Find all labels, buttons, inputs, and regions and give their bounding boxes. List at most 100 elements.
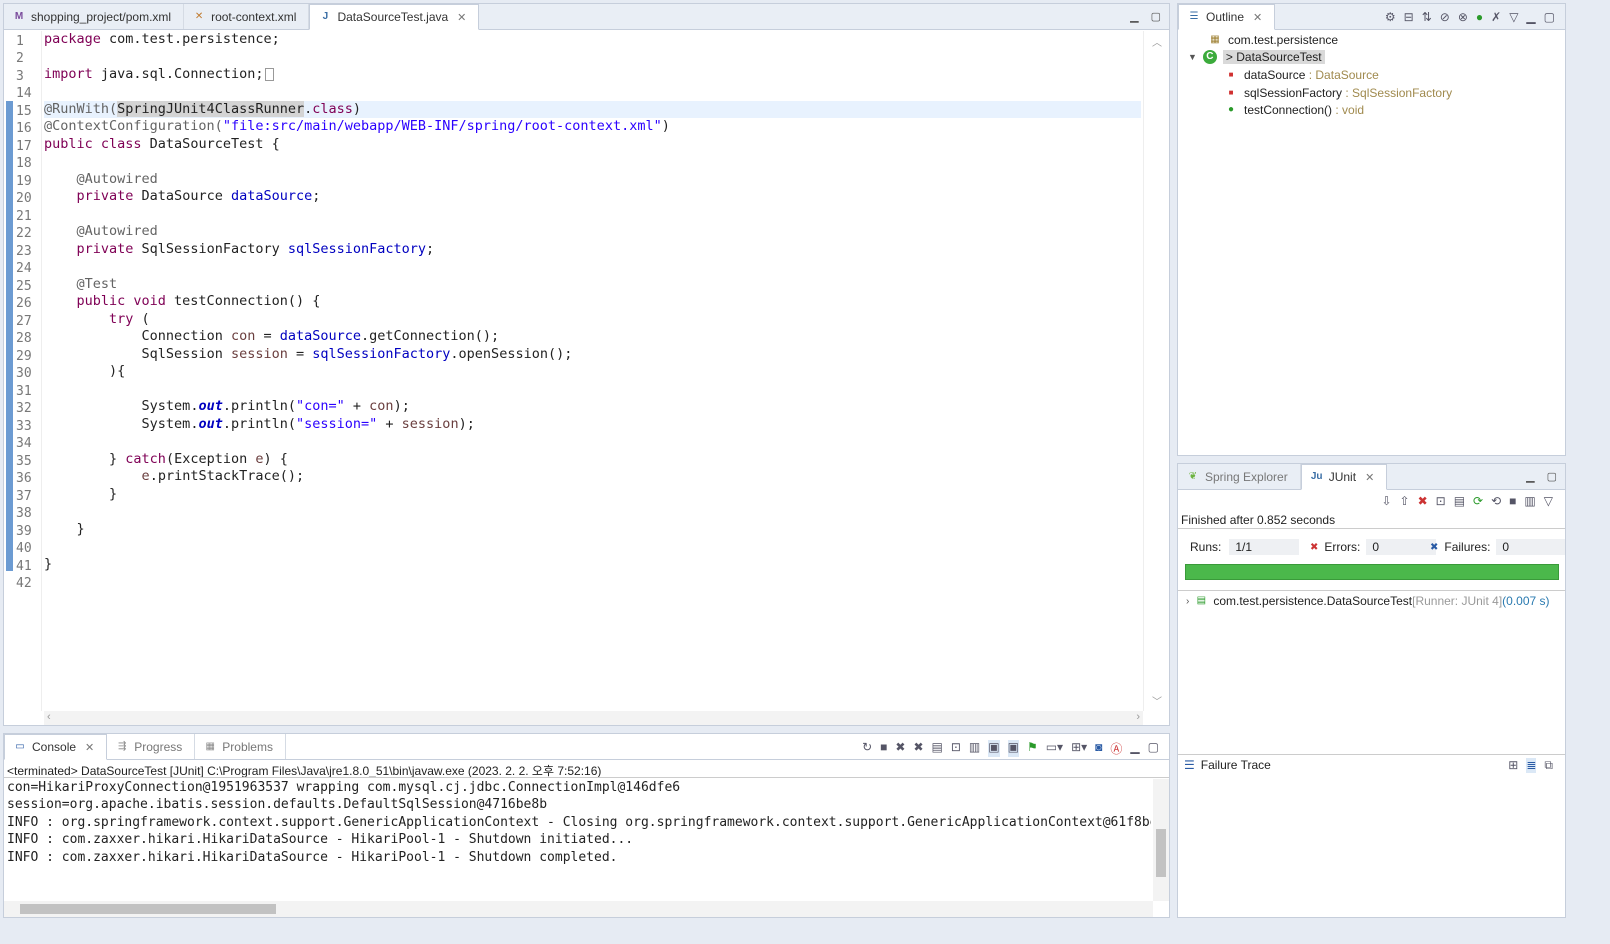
collapse-all-icon[interactable]: ⊟ [1404, 10, 1414, 24]
close-icon[interactable]: ✕ [1253, 11, 1262, 24]
ant-icon[interactable]: Ⓐ [1110, 740, 1122, 757]
scroll-left-icon[interactable]: ‹ [47, 711, 51, 723]
scroll-down-icon[interactable]: ﹀ [1152, 693, 1162, 708]
minimize-icon[interactable]: ▁ [1130, 740, 1139, 757]
console-horizontal-scrollbar[interactable] [4, 901, 1153, 917]
outline-member[interactable]: ● testConnection() : void [1224, 103, 1364, 117]
copy-trace-icon[interactable]: ⧉ [1544, 758, 1553, 773]
code-line-1: package com.test.persistence; [44, 31, 280, 47]
failures-only-icon[interactable]: ✖ [1418, 494, 1428, 508]
hide-fields-icon[interactable]: ⚙ [1385, 10, 1396, 24]
outline-package[interactable]: ▦ com.test.persistence [1208, 33, 1338, 47]
scroll-lock-icon[interactable]: ⊡ [1436, 494, 1446, 508]
minimize-icon[interactable]: ▁ [1130, 10, 1138, 23]
open-console-icon[interactable]: ⊞▾ [1071, 740, 1087, 757]
terminate-icon[interactable]: ■ [880, 740, 887, 757]
scroll-thumb[interactable] [1156, 829, 1166, 877]
code-editor[interactable]: M shopping_project/pom.xml ✕ root-contex… [3, 3, 1170, 726]
code-line-39: } [76, 521, 85, 537]
clear-console-icon[interactable]: ▤ [932, 740, 943, 757]
console-line: INFO : org.springframework.context.suppo… [7, 815, 1151, 830]
test-class-name: com.test.persistence.DataSourceTest [1213, 594, 1413, 608]
maximize-icon[interactable]: ▢ [1151, 10, 1161, 23]
show-stderr-icon[interactable]: ▣ [1007, 740, 1019, 757]
runs-stat: Runs: 1/1 [1190, 539, 1300, 555]
failure-icon: ✖ [1430, 541, 1439, 553]
minimize-icon[interactable]: ▁ [1526, 10, 1535, 24]
editor-vertical-scrollbar[interactable]: ︿ ﹀ [1143, 31, 1169, 711]
line-number: 37 [16, 489, 32, 504]
tab-progress[interactable]: ⇶ Progress [107, 734, 196, 759]
rerun-failed-icon[interactable]: ⟲ [1491, 494, 1501, 508]
outline-icon: ☰ [1189, 11, 1199, 22]
pin-console-icon[interactable]: ⚑ [1027, 740, 1038, 757]
line-number: 26 [16, 296, 32, 311]
code-area[interactable]: package com.test.persistence; import jav… [44, 31, 1141, 711]
close-icon[interactable]: ✕ [1365, 471, 1374, 484]
stop-icon[interactable]: ■ [1509, 494, 1516, 508]
compare-icon[interactable]: ⊞ [1508, 758, 1518, 773]
error-icon: ✖ [1310, 541, 1319, 553]
outline-member[interactable]: ■ sqlSessionFactory : SqlSessionFactory [1224, 86, 1453, 100]
code-line-3: import java.sql.Connection; [44, 66, 275, 83]
tab-console[interactable]: ▭ Console ✕ [4, 734, 108, 760]
maximize-icon[interactable]: ▢ [1544, 10, 1555, 24]
hide-local-types-icon[interactable]: ✗ [1491, 10, 1501, 24]
tab-root-context-xml[interactable]: ✕ root-context.xml [184, 4, 310, 29]
next-failure-icon[interactable]: ⇩ [1381, 494, 1391, 508]
sort-icon[interactable]: ⇅ [1422, 10, 1432, 24]
display-console-icon[interactable]: ▭▾ [1046, 740, 1063, 757]
outline-class[interactable]: ▼ C > DataSourceTest [1188, 50, 1325, 64]
line-number: 36 [16, 471, 32, 486]
tab-pom-xml[interactable]: M shopping_project/pom.xml [4, 4, 185, 29]
show-stdout-icon[interactable]: ▣ [988, 740, 1000, 757]
tab-label: Outline [1206, 10, 1245, 24]
remove-launch-icon[interactable]: ✖ [895, 740, 905, 757]
editor-horizontal-scrollbar[interactable]: ‹ › [44, 711, 1143, 725]
public-filter-icon[interactable]: ● [1476, 10, 1483, 24]
test-result-row[interactable]: › ▤ com.test.persistence.DataSourceTest … [1186, 594, 1550, 608]
layout-icon[interactable]: ▤ [1454, 494, 1465, 508]
hide-nonpublic-icon[interactable]: ⊗ [1458, 10, 1468, 24]
outline-member[interactable]: ■ dataSource : DataSource [1224, 68, 1379, 82]
history-icon[interactable]: ▥ [1524, 494, 1535, 508]
console-icon: ▭ [15, 741, 25, 752]
chevron-down-icon[interactable]: ▼ [1188, 52, 1197, 62]
hide-static-icon[interactable]: ⊘ [1440, 10, 1450, 24]
code-line-33: System.out.println("session=" + session)… [141, 416, 475, 432]
word-wrap-icon[interactable]: ▥ [969, 740, 980, 757]
tab-spring-explorer[interactable]: ❦ Spring Explorer [1178, 464, 1301, 489]
scroll-right-icon[interactable]: › [1136, 711, 1140, 723]
scroll-up-icon[interactable]: ︿ [1152, 34, 1162, 49]
line-number: 14 [16, 86, 32, 101]
remove-all-icon[interactable]: ✖ [913, 740, 923, 757]
member-name: testConnection() [1244, 103, 1333, 117]
line-number: 34 [16, 436, 32, 451]
maximize-icon[interactable]: ▢ [1148, 740, 1159, 757]
filter-stack-icon[interactable]: ≣ [1526, 758, 1537, 773]
previous-failure-icon[interactable]: ⇧ [1400, 494, 1410, 508]
tab-junit[interactable]: Ju JUnit ✕ [1300, 464, 1388, 490]
view-menu-icon[interactable]: ▽ [1544, 494, 1553, 508]
tab-label: Problems [222, 739, 273, 754]
tab-problems[interactable]: ▦ Problems [195, 734, 286, 759]
member-name: sqlSessionFactory [1244, 86, 1343, 100]
line-number: 17 [16, 139, 32, 154]
scroll-lock-icon[interactable]: ⊡ [951, 740, 961, 757]
scroll-thumb[interactable] [20, 904, 276, 914]
rerun-icon[interactable]: ⟳ [1473, 494, 1483, 508]
maximize-icon[interactable]: ▢ [1547, 470, 1557, 483]
line-number: 2 [16, 51, 24, 66]
tab-datasourcetest-java[interactable]: J DataSourceTest.java ✕ [309, 4, 480, 30]
plugin-icon[interactable]: ◙ [1095, 740, 1102, 757]
minimize-icon[interactable]: ▁ [1526, 470, 1534, 483]
code-line-29: SqlSession session = sqlSessionFactory.o… [141, 346, 573, 362]
close-icon[interactable]: ✕ [457, 11, 466, 24]
view-menu-icon[interactable]: ▽ [1509, 10, 1518, 24]
close-icon[interactable]: ✕ [85, 741, 94, 754]
console-vertical-scrollbar[interactable] [1153, 779, 1169, 901]
tab-outline[interactable]: ☰ Outline ✕ [1178, 4, 1276, 30]
chevron-right-icon[interactable]: › [1186, 596, 1189, 607]
refresh-icon[interactable]: ↻ [862, 740, 872, 757]
code-line-41: } [44, 556, 53, 572]
